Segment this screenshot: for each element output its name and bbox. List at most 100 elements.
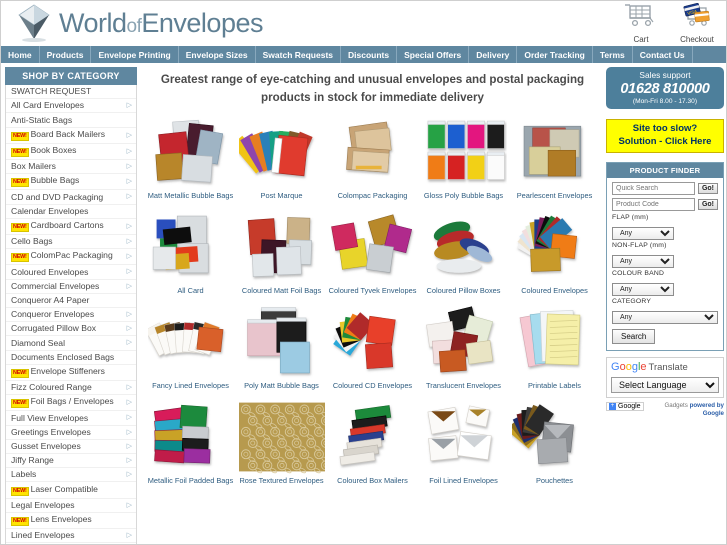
product-image-kraft-boxes[interactable] xyxy=(327,113,418,191)
product-tile-pillow-boxes[interactable]: Coloured Pillow Boxes xyxy=(418,208,509,303)
product-tile-label-sheets[interactable]: Printable Labels xyxy=(509,303,600,398)
product-caption[interactable]: Coloured Envelopes xyxy=(509,286,600,303)
category-select[interactable]: Any xyxy=(612,310,718,324)
product-caption[interactable]: Metallic Foil Padded Bags xyxy=(145,476,236,493)
product-caption[interactable]: Colompac Packaging xyxy=(327,191,418,208)
sidebar-item-jiffy-range[interactable]: Jiffy Range ▷ xyxy=(6,454,136,469)
product-caption[interactable]: Coloured Pillow Boxes xyxy=(418,286,509,303)
product-caption[interactable]: Post Marque xyxy=(236,191,327,208)
sidebar-item-box-mailers[interactable]: Box Mailers ▷ xyxy=(6,160,136,175)
product-caption[interactable]: Coloured Box Mailers xyxy=(327,476,418,493)
product-tile-box-mailers-stack[interactable]: Coloured Box Mailers xyxy=(327,398,418,493)
product-caption[interactable]: Poly Matt Bubble Bags xyxy=(236,381,327,398)
product-image-fancy-lined-fan[interactable] xyxy=(145,303,236,381)
product-caption[interactable]: Coloured Tyvek Envelopes xyxy=(327,286,418,303)
product-tile-foil-lined-envs[interactable]: Foil Lined Envelopes xyxy=(418,398,509,493)
product-image-cd-envelopes-fan[interactable] xyxy=(327,303,418,381)
quick-search-go-button[interactable]: Go! xyxy=(697,182,718,194)
product-caption[interactable]: Rose Textured Envelopes xyxy=(236,476,327,493)
product-code-input[interactable] xyxy=(612,197,695,211)
product-image-rose-texture[interactable] xyxy=(236,398,327,476)
product-caption[interactable]: Printable Labels xyxy=(509,381,600,398)
nav-item-products[interactable]: Products xyxy=(40,46,92,63)
sidebar-item-board-back-mailers[interactable]: NEW! Board Back Mailers ▷ xyxy=(6,128,136,144)
site-speed-promo-banner[interactable]: Site too slow? Solution - Click Here xyxy=(606,119,724,153)
site-logo[interactable]: WorldofEnvelopes xyxy=(13,3,263,43)
product-image-matt-foil-bags[interactable] xyxy=(236,208,327,286)
sidebar-item-envelope-stiffeners[interactable]: NEW! Envelope Stiffeners xyxy=(6,365,136,382)
sidebar-item-bubble-bags[interactable]: NEW! Bubble Bags ▷ xyxy=(6,174,136,191)
nav-item-envelope-sizes[interactable]: Envelope Sizes xyxy=(179,46,256,63)
sidebar-item-swatch-request[interactable]: SWATCH REQUEST xyxy=(6,85,136,100)
sidebar-item-fizz-coloured-range[interactable]: Fizz Coloured Range ▷ xyxy=(6,381,136,396)
product-image-fanned-colour-cards[interactable] xyxy=(236,113,327,191)
sidebar-item-conqueror-envelopes[interactable]: Conqueror Envelopes ▷ xyxy=(6,308,136,323)
product-image-pillow-boxes[interactable] xyxy=(418,208,509,286)
google-gadget-badge[interactable]: + Google xyxy=(606,401,644,411)
product-caption[interactable]: Matt Metallic Bubble Bags xyxy=(145,191,236,208)
sidebar-item-calendar-envelopes[interactable]: Calendar Envelopes xyxy=(6,205,136,219)
nav-item-home[interactable]: Home xyxy=(1,46,40,63)
product-caption[interactable]: Coloured Matt Foil Bags xyxy=(236,286,327,303)
sidebar-item-coloured-envelopes[interactable]: Coloured Envelopes ▷ xyxy=(6,265,136,280)
sidebar-item-lined-envelopes[interactable]: Lined Envelopes ▷ xyxy=(6,529,136,544)
product-caption[interactable]: Pearlescent Envelopes xyxy=(509,191,600,208)
sidebar-item-labels[interactable]: Labels ▷ xyxy=(6,468,136,483)
sidebar-item-greetings-envelopes[interactable]: Greetings Envelopes ▷ xyxy=(6,426,136,440)
product-tile-metallic-bubble-bags[interactable]: Matt Metallic Bubble Bags xyxy=(145,113,236,208)
product-caption[interactable]: Translucent Envelopes xyxy=(418,381,509,398)
nav-item-order-tracking[interactable]: Order Tracking xyxy=(517,46,593,63)
product-tile-fanned-colour-cards[interactable]: Post Marque xyxy=(236,113,327,208)
product-tile-foil-padded-bags[interactable]: Metallic Foil Padded Bags xyxy=(145,398,236,493)
sidebar-item-all-card-envelopes[interactable]: All Card Envelopes ▷ xyxy=(6,99,136,114)
sidebar-item-conqueror-a4-paper[interactable]: Conqueror A4 Paper xyxy=(6,294,136,309)
product-image-box-mailers-stack[interactable] xyxy=(327,398,418,476)
product-image-tyvek-colours[interactable] xyxy=(327,208,418,286)
product-image-label-sheets[interactable] xyxy=(509,303,600,381)
product-tile-tyvek-colours[interactable]: Coloured Tyvek Envelopes xyxy=(327,208,418,303)
nav-item-swatch-requests[interactable]: Swatch Requests xyxy=(256,46,342,63)
nav-item-contact-us[interactable]: Contact Us xyxy=(633,46,693,63)
product-image-translucent-scatter[interactable] xyxy=(418,303,509,381)
nav-item-discounts[interactable]: Discounts xyxy=(341,46,398,63)
product-caption[interactable]: Pouchettes xyxy=(509,476,600,493)
nav-item-delivery[interactable]: Delivery xyxy=(469,46,518,63)
product-caption[interactable]: Gloss Poly Bubble Bags xyxy=(418,191,509,208)
product-image-metallic-bubble-bags[interactable] xyxy=(145,113,236,191)
product-caption[interactable]: Foil Lined Envelopes xyxy=(418,476,509,493)
non-flap-select[interactable]: Any xyxy=(612,254,674,268)
product-caption[interactable]: Coloured CD Envelopes xyxy=(327,381,418,398)
quick-search-input[interactable] xyxy=(612,181,695,195)
sidebar-item-book-boxes[interactable]: NEW! Book Boxes ▷ xyxy=(6,144,136,161)
product-image-colour-fan[interactable] xyxy=(509,208,600,286)
sidebar-item-legal-envelopes[interactable]: Legal Envelopes ▷ xyxy=(6,499,136,513)
product-caption[interactable]: All Card xyxy=(145,286,236,303)
flap-select[interactable]: Any xyxy=(612,226,674,240)
sidebar-item-cello-bags[interactable]: Cello Bags ▷ xyxy=(6,235,136,250)
nav-item-terms[interactable]: Terms xyxy=(593,46,633,63)
product-tile-poly-bags-grid[interactable]: Gloss Poly Bubble Bags xyxy=(418,113,509,208)
product-caption[interactable]: Fancy Lined Envelopes xyxy=(145,381,236,398)
sidebar-item-colompac-packaging[interactable]: NEW! ColomPac Packaging ▷ xyxy=(6,249,136,266)
product-tile-matt-foil-bags[interactable]: Coloured Matt Foil Bags xyxy=(236,208,327,303)
product-code-go-button[interactable]: Go! xyxy=(697,198,718,210)
product-tile-kraft-boxes[interactable]: Colompac Packaging xyxy=(327,113,418,208)
cart-button[interactable]: Cart xyxy=(620,3,662,44)
product-tile-rose-texture[interactable]: Rose Textured Envelopes xyxy=(236,398,327,493)
product-tile-fancy-lined-fan[interactable]: Fancy Lined Envelopes xyxy=(145,303,236,398)
sidebar-item-cardboard-cartons[interactable]: NEW! Cardboard Cartons ▷ xyxy=(6,219,136,236)
product-image-poly-matt-bubble[interactable] xyxy=(236,303,327,381)
product-finder-search-button[interactable]: Search xyxy=(612,328,656,344)
sidebar-item-anti-static-bags[interactable]: Anti-Static Bags xyxy=(6,113,136,128)
sidebar-item-cd-and-dvd-packaging[interactable]: CD and DVD Packaging ▷ xyxy=(6,190,136,205)
nav-item-envelope-printing[interactable]: Envelope Printing xyxy=(91,46,179,63)
product-tile-pearlescent-stack[interactable]: Pearlescent Envelopes xyxy=(509,113,600,208)
sidebar-item-lens-envelopes[interactable]: NEW! Lens Envelopes xyxy=(6,513,136,530)
product-tile-all-card-stack[interactable]: All Card xyxy=(145,208,236,303)
sidebar-item-foil-bags-envelopes[interactable]: NEW! Foil Bags / Envelopes ▷ xyxy=(6,395,136,412)
product-image-poly-bags-grid[interactable] xyxy=(418,113,509,191)
sidebar-item-documents-enclosed-bags[interactable]: Documents Enclosed Bags xyxy=(6,351,136,365)
sidebar-item-laser-compatible[interactable]: NEW! Laser Compatible xyxy=(6,482,136,499)
checkout-button[interactable]: VISA Checkout xyxy=(676,2,718,44)
sidebar-item-commercial-envelopes[interactable]: Commercial Envelopes ▷ xyxy=(6,280,136,294)
